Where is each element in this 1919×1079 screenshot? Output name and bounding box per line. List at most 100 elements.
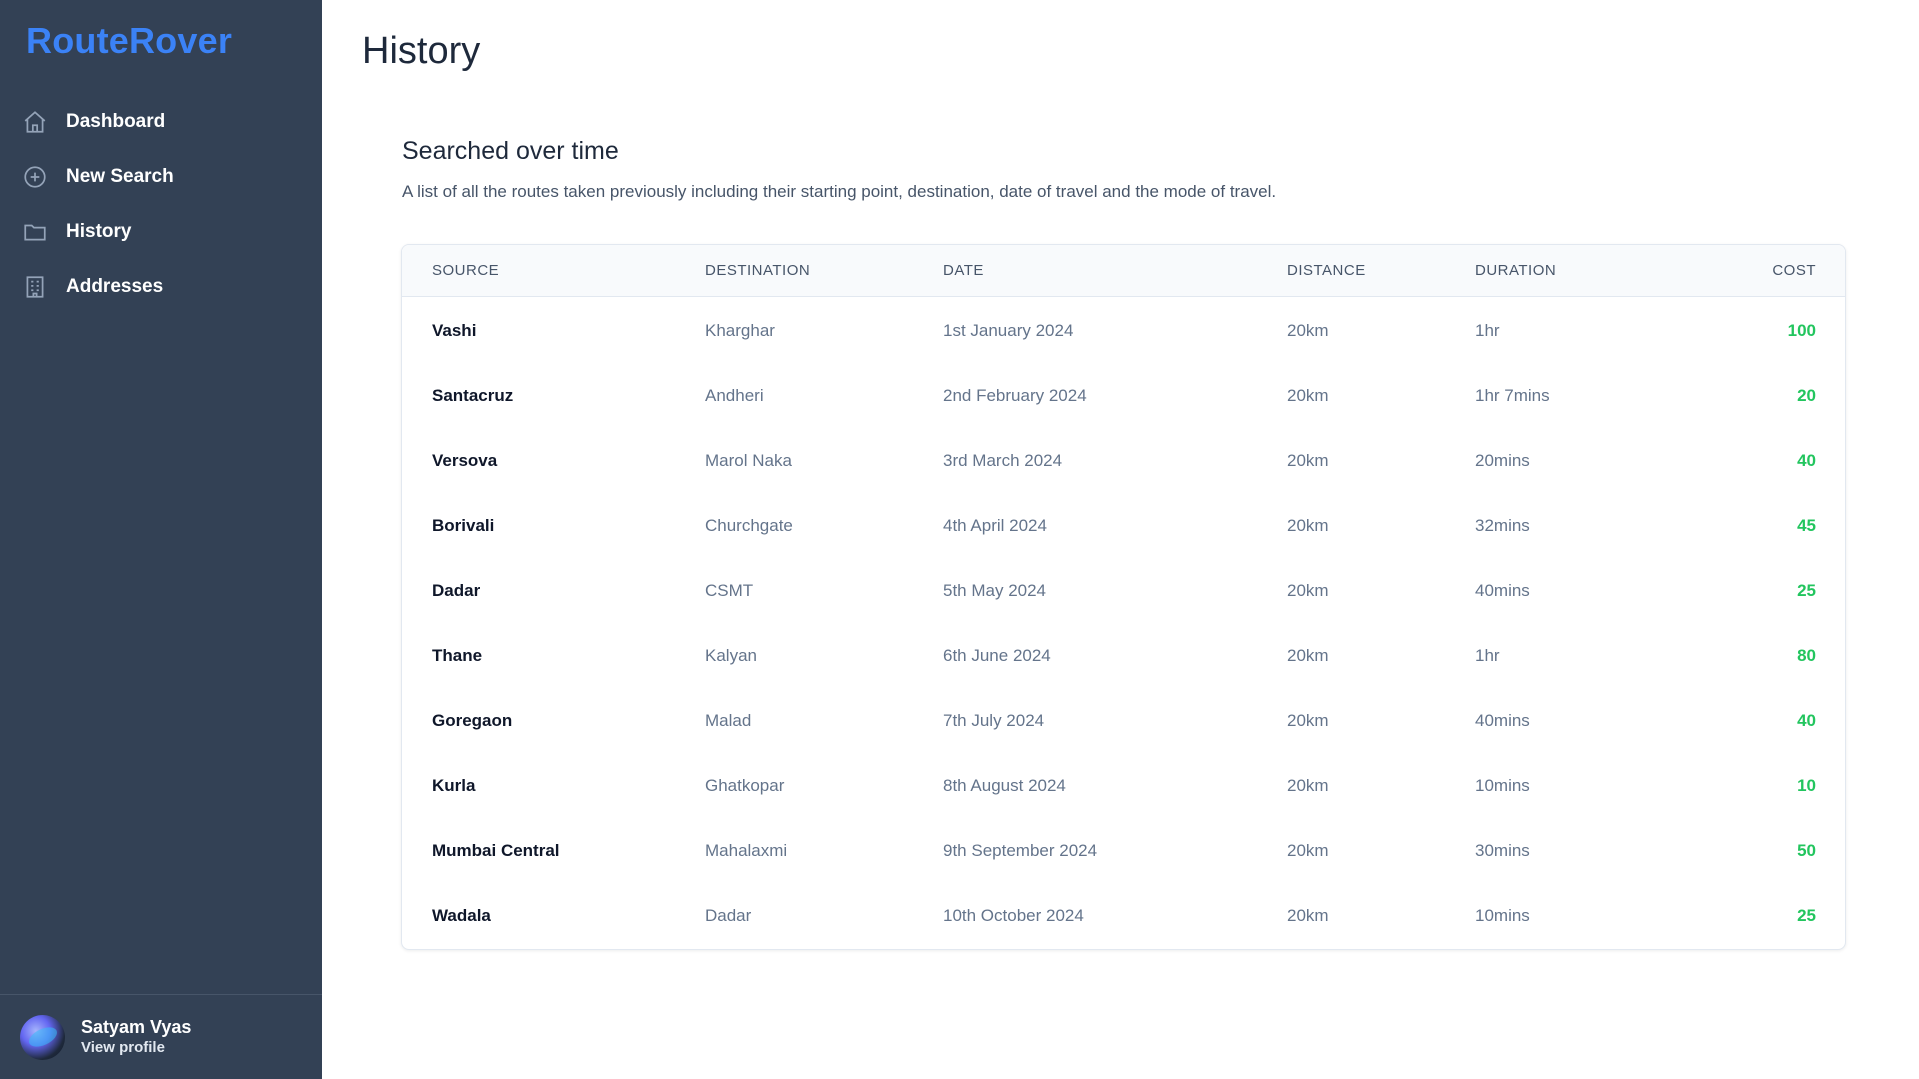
cell-destination: Dadar <box>705 906 752 925</box>
cell-date: 1st January 2024 <box>943 321 1074 340</box>
profile-text: Satyam Vyas View profile <box>81 1016 191 1058</box>
cell-source: Dadar <box>432 581 481 600</box>
cell-destination: Mahalaxmi <box>705 841 788 860</box>
cell-source: Mumbai Central <box>432 841 560 860</box>
section-description: A list of all the routes taken previousl… <box>402 182 1277 201</box>
cell-destination: Andheri <box>705 386 764 405</box>
cell-source: Kurla <box>432 776 476 795</box>
cell-distance: 20km <box>1287 386 1329 405</box>
sidebar-item-label: New Search <box>66 165 174 187</box>
cell-distance: 20km <box>1287 321 1329 340</box>
folder-icon <box>22 219 48 245</box>
cell-destination: Kalyan <box>705 646 757 665</box>
cell-distance: 20km <box>1287 646 1329 665</box>
cell-duration: 40mins <box>1475 711 1530 730</box>
view-profile-link[interactable]: View profile <box>81 1038 191 1058</box>
sidebar-item-history[interactable]: History <box>0 204 322 259</box>
table-row[interactable]: Goregaon Malad 7th July 2024 20km 40mins 40 <box>402 689 1845 754</box>
cell-source: Versova <box>432 451 498 470</box>
avatar <box>20 1014 65 1060</box>
building-icon <box>22 274 48 300</box>
brand-logo[interactable]: RouteRover <box>26 20 232 62</box>
cell-cost: 40 <box>1797 711 1816 730</box>
column-header-date: DATE <box>943 261 984 279</box>
cell-destination: Kharghar <box>705 321 775 340</box>
cell-cost: 25 <box>1797 581 1816 600</box>
cell-date: 5th May 2024 <box>943 581 1047 600</box>
table-row[interactable]: Thane Kalyan 6th June 2024 20km 1hr 80 <box>402 624 1845 689</box>
cell-cost: 20 <box>1797 386 1816 405</box>
page-title: History <box>362 30 481 72</box>
table-row[interactable]: Mumbai Central Mahalaxmi 9th September 202… <box>402 819 1845 884</box>
column-header-cost: COST <box>1772 261 1816 279</box>
sidebar-item-label: Dashboard <box>66 110 166 132</box>
cell-duration: 1hr <box>1475 646 1500 665</box>
cell-date: 2nd February 2024 <box>943 386 1087 405</box>
cell-destination: Malad <box>705 711 752 730</box>
cell-distance: 20km <box>1287 581 1329 600</box>
cell-duration: 10mins <box>1475 776 1530 795</box>
cell-cost: 100 <box>1787 321 1816 340</box>
cell-source: Wadala <box>432 906 491 925</box>
table-row[interactable]: Wadala Dadar 10th October 2024 20km 10mins 25 <box>402 884 1845 949</box>
column-header-destination: DESTINATION <box>705 261 811 279</box>
column-header-distance: DISTANCE <box>1287 261 1366 279</box>
column-header-duration: DURATION <box>1475 261 1557 279</box>
table-row[interactable]: Borivali Churchgate 4th April 2024 20km 32mi… <box>402 494 1845 559</box>
cell-duration: 1hr <box>1475 321 1500 340</box>
cell-distance: 20km <box>1287 776 1329 795</box>
table-row[interactable]: Santacruz Andheri 2nd February 2024 20km 1hr… <box>402 364 1845 429</box>
cell-date: 4th April 2024 <box>943 516 1047 535</box>
table-header: SOURCE DESTINATION DATE DISTANCE DURATIO… <box>402 245 1845 296</box>
cell-distance: 20km <box>1287 451 1329 470</box>
cell-destination: CSMT <box>705 581 754 600</box>
cell-duration: 20mins <box>1475 451 1530 470</box>
main-content: History Searched over time A list of all… <box>322 0 1919 1079</box>
cell-destination: Ghatkopar <box>705 776 785 795</box>
profile-name: Satyam Vyas <box>81 1017 192 1037</box>
cell-duration: 32mins <box>1475 516 1530 535</box>
home-icon <box>22 109 48 135</box>
sidebar-item-dashboard[interactable]: Dashboard <box>0 94 322 149</box>
table-row[interactable]: Versova Marol Naka 3rd March 2024 20km 20min… <box>402 429 1845 494</box>
sidebar: RouteRover Dashboard New Search History <box>0 0 322 1079</box>
sidebar-item-label: History <box>66 220 132 242</box>
sidebar-item-new-search[interactable]: New Search <box>0 149 322 204</box>
cell-source: Santacruz <box>432 386 514 405</box>
cell-distance: 20km <box>1287 906 1329 925</box>
app-root: RouteRover Dashboard New Search History <box>0 0 1919 1079</box>
sidebar-item-label: Addresses <box>66 275 164 297</box>
cell-date: 8th August 2024 <box>943 776 1066 795</box>
cell-distance: 20km <box>1287 516 1329 535</box>
plus-circle-icon <box>22 164 48 190</box>
table-body: Vashi Kharghar 1st January 2024 20km 1hr 100 S… <box>402 296 1845 949</box>
cell-date: 3rd March 2024 <box>943 451 1063 470</box>
cell-source: Borivali <box>432 516 495 535</box>
table-row[interactable]: Kurla Ghatkopar 8th August 2024 20km 10mins 1… <box>402 754 1845 819</box>
cell-distance: 20km <box>1287 711 1329 730</box>
sidebar-item-addresses[interactable]: Addresses <box>0 259 322 314</box>
cell-cost: 10 <box>1797 776 1816 795</box>
cell-source: Goregaon <box>432 711 513 730</box>
cell-date: 6th June 2024 <box>943 646 1051 665</box>
table-row[interactable]: Vashi Kharghar 1st January 2024 20km 1hr 100 <box>402 296 1845 364</box>
column-header-source: SOURCE <box>432 261 500 279</box>
cell-duration: 40mins <box>1475 581 1530 600</box>
history-table: SOURCE DESTINATION DATE DISTANCE DURATIO… <box>402 245 1845 949</box>
cell-date: 10th October 2024 <box>943 906 1084 925</box>
table-row[interactable]: Dadar CSMT 5th May 2024 20km 40mins 25 <box>402 559 1845 624</box>
history-table-card: SOURCE DESTINATION DATE DISTANCE DURATIO… <box>401 244 1846 950</box>
cell-date: 9th September 2024 <box>943 841 1098 860</box>
cell-destination: Marol Naka <box>705 451 792 470</box>
cell-duration: 10mins <box>1475 906 1530 925</box>
cell-source: Thane <box>432 646 483 665</box>
cell-duration: 30mins <box>1475 841 1530 860</box>
profile-link[interactable]: Satyam Vyas View profile <box>0 994 322 1079</box>
cell-cost: 80 <box>1797 646 1816 665</box>
cell-duration: 1hr 7mins <box>1475 386 1550 405</box>
sidebar-nav: Dashboard New Search History Addresses <box>0 94 322 314</box>
cell-source: Vashi <box>432 321 477 340</box>
cell-date: 7th July 2024 <box>943 711 1045 730</box>
cell-distance: 20km <box>1287 841 1329 860</box>
cell-cost: 45 <box>1797 516 1816 535</box>
